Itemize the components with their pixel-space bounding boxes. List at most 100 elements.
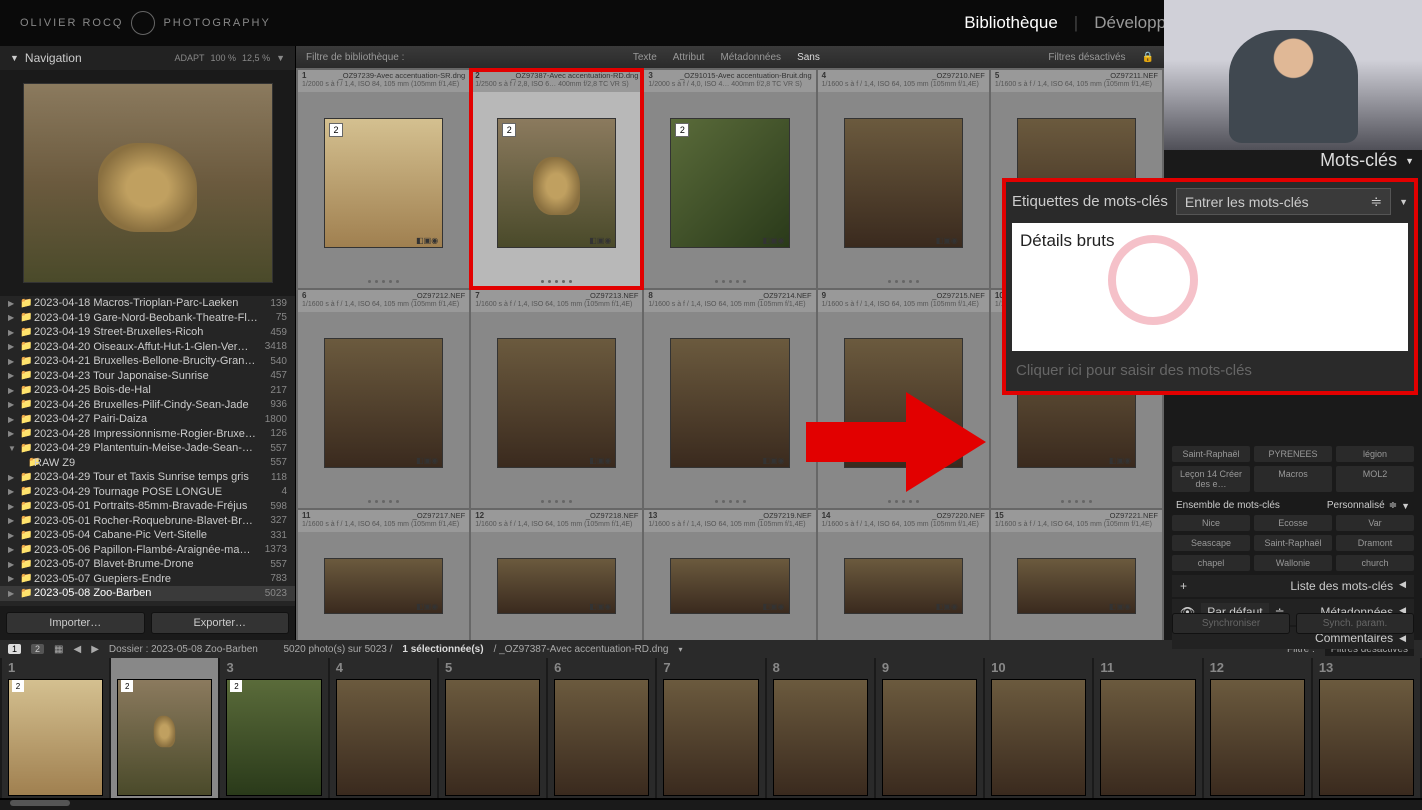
grid-view-icon[interactable]: ▦ (54, 644, 63, 655)
folder-row[interactable]: ▶📁2023-04-21 Bruxelles-Bellone-Brucity-G… (0, 354, 295, 369)
dropdown-icon[interactable]: ▾ (678, 645, 682, 654)
import-button[interactable]: Importer… (6, 612, 145, 634)
folder-row[interactable]: ▶📁2023-04-18 Macros-Trioplan-Parc-Laeken… (0, 296, 295, 311)
folder-row[interactable]: ▶📁2023-05-04 Cabane-Pic Vert-Sitelle331 (0, 528, 295, 543)
thumbnail-cell[interactable]: 1_OZ97239-Avec accentuation-SR.dng1/2000… (298, 70, 469, 288)
keywords-textarea[interactable] (1012, 223, 1408, 351)
nav-zoom2[interactable]: 12,5 % (242, 53, 270, 63)
folder-row[interactable]: ▶📁2023-04-29 Tournage POSE LONGUE4 (0, 485, 295, 500)
thumbnail-cell[interactable]: 8_OZ97214.NEF1/1600 s à f / 1,4, ISO 64,… (644, 290, 815, 508)
thumbnail-cell[interactable]: 14_OZ97220.NEF1/1600 s à f / 1,4, ISO 64… (818, 510, 989, 640)
export-button[interactable]: Exporter… (151, 612, 290, 634)
nav-fit[interactable]: ADAPT (175, 53, 205, 63)
folder-row[interactable]: ▶📁2023-04-20 Oiseaux-Affut-Hut-1-Glen-Ve… (0, 340, 295, 355)
navigator-preview[interactable] (0, 70, 295, 296)
collapse-icon[interactable]: ▼ (1399, 197, 1408, 207)
filter-none[interactable]: Sans (797, 52, 820, 63)
folder-row[interactable]: ▶📁2023-04-23 Tour Japonaise-Sunrise457 (0, 369, 295, 384)
folder-row[interactable]: ▶📁2023-04-27 Pairi-Daiza1800 (0, 412, 295, 427)
dropdown-icon[interactable]: ≑ (1389, 500, 1397, 511)
filter-metadata[interactable]: Métadonnées (720, 52, 781, 63)
filter-lock-icon[interactable]: 🔒 (1142, 52, 1154, 63)
filmstrip-scrollbar[interactable] (0, 800, 1422, 810)
thumbnail-cell[interactable]: 2_OZ97387-Avec accentuation-RD.dng1/2500… (471, 70, 642, 288)
filmstrip-thumb[interactable]: 32 (220, 658, 327, 798)
keyword-set-button[interactable]: Leçon 14 Créer des e… (1172, 466, 1250, 492)
keyword-set-button[interactable]: Saint-Raphaël (1172, 446, 1250, 462)
folder-row[interactable]: ▶📁2023-05-01 Portraits-85mm-Bravade-Fréj… (0, 499, 295, 514)
filmstrip-thumb[interactable]: 12 (1204, 658, 1311, 798)
thumbnail-cell[interactable]: 6_OZ97212.NEF1/1600 s à f / 1,4, ISO 64,… (298, 290, 469, 508)
collapse-icon[interactable]: ◀ (1399, 633, 1406, 644)
folder-row[interactable]: ▶📁2023-04-19 Street-Bruxelles-Ricoh459 (0, 325, 295, 340)
keyword-set-preset[interactable]: Personnalisé (1327, 500, 1385, 511)
folder-row[interactable]: ▶📁2023-05-08 Zoo-Barben5023 (0, 586, 295, 601)
folder-row[interactable]: ▶📁2023-04-26 Bruxelles-Pilif-Cindy-Sean-… (0, 398, 295, 413)
thumbnail-cell[interactable]: 4_OZ97210.NEF1/1600 s à f / 1,4, ISO 64,… (818, 70, 989, 288)
folder-row[interactable]: ▼📁2023-04-29 Plantentuin-Meise-Jade-Sean… (0, 441, 295, 456)
folder-row[interactable]: ▶📁2023-04-28 Impressionnisme-Rogier-Brux… (0, 427, 295, 442)
keyword-set-button[interactable]: Macros (1254, 466, 1332, 492)
collapse-icon[interactable]: ▼ (1405, 156, 1414, 166)
filmstrip-thumb[interactable]: 10 (985, 658, 1092, 798)
selection-primary[interactable]: 1 (8, 644, 21, 654)
folder-row[interactable]: ▶📁2023-04-19 Gare-Nord-Beobank-Theatre-F… (0, 311, 295, 326)
next-icon[interactable]: ▶ (91, 644, 99, 655)
keyword-set-button[interactable]: Wallonie (1254, 555, 1332, 571)
keyword-set-button[interactable]: Ecosse (1254, 515, 1332, 531)
folder-row[interactable]: ▶📁2023-05-07 Guepiers-Endre783 (0, 572, 295, 587)
thumbnail-cell[interactable]: 3_OZ91015-Avec accentuation-Bruit.dng1/2… (644, 70, 815, 288)
keyword-set-button[interactable]: chapel (1172, 555, 1250, 571)
nav-zoom-menu-icon[interactable]: ▼ (276, 53, 285, 63)
collapse-icon[interactable]: ◀ (1399, 579, 1406, 593)
nav-zoom1[interactable]: 100 % (211, 53, 237, 63)
prev-icon[interactable]: ◀ (73, 644, 81, 655)
thumbnail-cell[interactable]: 13_OZ97219.NEF1/1600 s à f / 1,4, ISO 64… (644, 510, 815, 640)
folder-row[interactable]: ▶📁2023-04-25 Bois-de-Hal217 (0, 383, 295, 398)
collapse-icon[interactable]: ▼ (1401, 501, 1410, 511)
filmstrip-thumb[interactable]: 11 (1094, 658, 1201, 798)
navigator-header[interactable]: ▼ Navigation ADAPT 100 % 12,5 % ▼ (0, 46, 295, 70)
keyword-set-button[interactable]: church (1336, 555, 1414, 571)
filter-attribute[interactable]: Attribut (673, 52, 705, 63)
folder-list[interactable]: ▶📁2023-04-18 Macros-Trioplan-Parc-Laeken… (0, 296, 295, 606)
breadcrumb[interactable]: Dossier : 2023-05-08 Zoo-Barben (109, 644, 258, 655)
filmstrip-thumb[interactable]: 8 (767, 658, 874, 798)
keyword-set-button[interactable]: Nice (1172, 515, 1250, 531)
filmstrip[interactable]: 12223245678910111213 (0, 658, 1422, 798)
folder-row[interactable]: ▶📁2023-05-01 Rocher-Roquebrune-Blavet-Br… (0, 514, 295, 529)
selection-secondary[interactable]: 2 (31, 644, 44, 654)
plus-icon[interactable]: + (1180, 579, 1187, 593)
filmstrip-thumb[interactable]: 13 (1313, 658, 1420, 798)
keyword-set-button[interactable]: Dramont (1336, 535, 1414, 551)
thumbnail-cell[interactable]: 11_OZ97217.NEF1/1600 s à f / 1,4, ISO 64… (298, 510, 469, 640)
filter-text[interactable]: Texte (633, 52, 657, 63)
collapse-icon[interactable]: ▼ (10, 53, 19, 63)
thumbnail-cell[interactable]: 7_OZ97213.NEF1/1600 s à f / 1,4, ISO 64,… (471, 290, 642, 508)
keywords-mode-dropdown[interactable]: Entrer les mots-clés ≑ (1176, 188, 1391, 215)
thumbnail-cell[interactable]: 15_OZ97221.NEF1/1600 s à f / 1,4, ISO 64… (991, 510, 1162, 640)
filmstrip-thumb[interactable]: 9 (876, 658, 983, 798)
folder-row[interactable]: ▶📁2023-05-06 Papillon-Flambé-Araignée-ma… (0, 543, 295, 558)
keywords-panel-header[interactable]: Mots-clés ▼ (1320, 150, 1414, 171)
filmstrip-thumb[interactable]: 7 (657, 658, 764, 798)
module-library[interactable]: Bibliothèque (964, 13, 1058, 33)
keyword-set-button[interactable]: Var (1336, 515, 1414, 531)
keywords-input-hint[interactable]: Cliquer ici pour saisir des mots-clés (1012, 356, 1408, 385)
filmstrip-thumb[interactable]: 22 (111, 658, 218, 798)
sync-settings-button[interactable]: Synch. param. (1296, 613, 1414, 634)
thumbnail-cell[interactable]: 12_OZ97218.NEF1/1600 s à f / 1,4, ISO 64… (471, 510, 642, 640)
filmstrip-thumb[interactable]: 5 (439, 658, 546, 798)
filmstrip-thumb[interactable]: 4 (330, 658, 437, 798)
keyword-set-button[interactable]: Saint-Raphaël (1254, 535, 1332, 551)
keyword-set-button[interactable]: MOL2 (1336, 466, 1414, 492)
keyword-set-button[interactable]: Seascape (1172, 535, 1250, 551)
sync-button[interactable]: Synchroniser (1172, 613, 1290, 634)
filmstrip-thumb[interactable]: 12 (2, 658, 109, 798)
keyword-set-button[interactable]: PYRENEES (1254, 446, 1332, 462)
folder-row[interactable]: 📁RAW Z9557 (0, 456, 295, 471)
folder-row[interactable]: ▶📁2023-05-07 Blavet-Brume-Drone557 (0, 557, 295, 572)
keyword-set-button[interactable]: légion (1336, 446, 1414, 462)
filmstrip-thumb[interactable]: 6 (548, 658, 655, 798)
filter-preset[interactable]: Filtres désactivés (1048, 52, 1125, 63)
